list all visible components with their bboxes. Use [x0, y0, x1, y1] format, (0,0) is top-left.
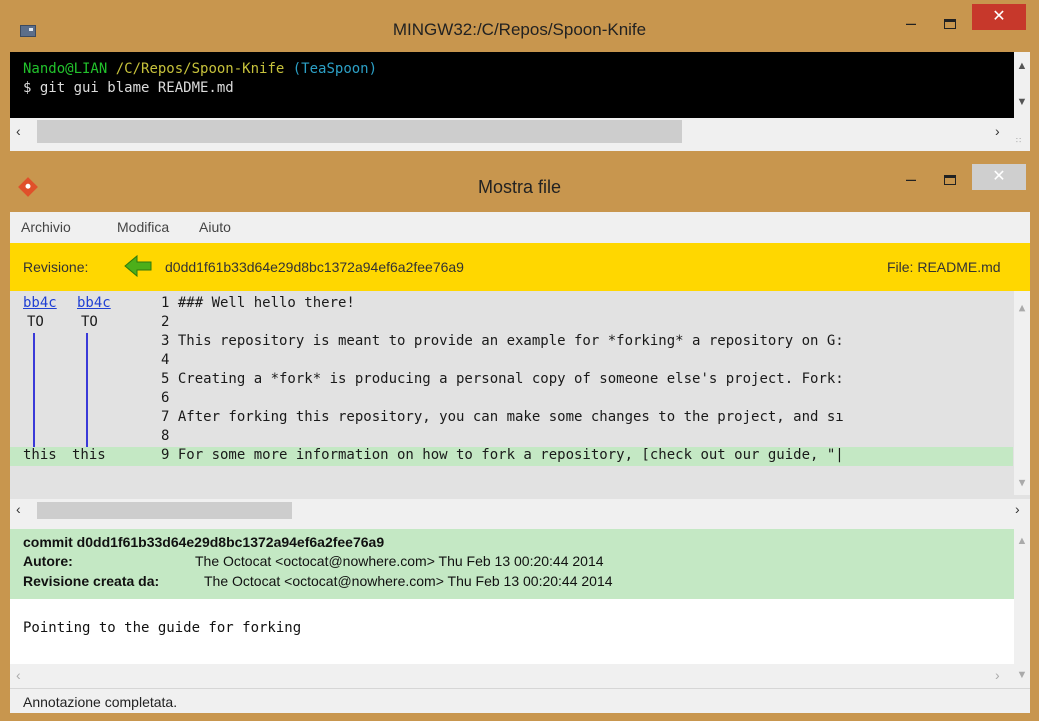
blame-line: 7 After forking this repository, you can… [161, 409, 844, 425]
scroll-left-icon[interactable]: ‹ [16, 667, 21, 683]
blame-line: 9 For some more information on how to fo… [161, 447, 844, 463]
blame-vertical-scrollbar[interactable]: ▲ ▼ [1014, 291, 1030, 495]
commit-header: commit d0dd1f61b33d64e29d8bc1372a94ef6a2… [10, 529, 1014, 599]
author-initials: TO [81, 314, 98, 330]
back-arrow-icon[interactable] [123, 254, 153, 278]
blame-row: 3 This repository is meant to provide an… [10, 333, 1013, 352]
resize-grip-icon[interactable]: ∷ [1016, 136, 1021, 145]
terminal-close-button[interactable]: ✕ [972, 4, 1026, 30]
blame-line: 6 [161, 390, 170, 406]
menu-aiuto[interactable]: Aiuto [199, 219, 231, 235]
gitgui-window: Mostra file – ✕ Archivio Modifica Aiuto … [0, 160, 1039, 721]
commit-label[interactable]: this [72, 447, 106, 463]
scroll-right-icon[interactable]: › [995, 123, 1000, 139]
terminal-horizontal-scrollbar[interactable]: ‹ › ∷ [10, 118, 1030, 151]
committer-label: Revisione creata da: [23, 573, 160, 589]
prompt-path: /C/Repos/Spoon-Knife [115, 61, 285, 77]
menu-bar: Archivio Modifica Aiuto [10, 212, 1030, 243]
file-name: File: README.md [887, 259, 1001, 275]
terminal-maximize-button[interactable] [935, 12, 965, 36]
prompt-user: Nando@LIAN [23, 61, 108, 77]
blame-row: TO TO 2 [10, 314, 1013, 333]
scroll-up-icon[interactable]: ▲ [1014, 535, 1030, 547]
blame-line: 4 [161, 352, 170, 368]
menu-archivio[interactable]: Archivio [21, 219, 71, 235]
blame-view[interactable]: bb4c bb4c 1 ### Well hello there! TO TO … [10, 291, 1030, 499]
scroll-up-icon[interactable]: ▲ [1014, 301, 1030, 314]
terminal-output[interactable]: Nando@LIAN /C/Repos/Spoon-Knife (TeaSpoo… [10, 52, 1030, 151]
blame-line: 2 [161, 314, 170, 330]
scroll-down-icon[interactable]: ▼ [1014, 96, 1030, 108]
blame-row-highlighted: this this 9 For some more information on… [10, 447, 1013, 466]
gitgui-maximize-button[interactable] [935, 168, 965, 192]
gitgui-title: Mostra file [477, 177, 562, 197]
status-text: Annotazione completata. [23, 694, 178, 710]
scroll-right-icon[interactable]: › [995, 667, 1000, 683]
scroll-down-icon[interactable]: ▼ [1014, 669, 1030, 681]
scroll-left-icon[interactable]: ‹ [16, 501, 21, 517]
menu-modifica[interactable]: Modifica [117, 219, 169, 235]
minimize-icon: – [905, 13, 916, 33]
author-value: The Octocat <octocat@nowhere.com> Thu Fe… [195, 553, 604, 569]
blame-row: 7 After forking this repository, you can… [10, 409, 1013, 428]
blame-row: 6 [10, 390, 1013, 409]
terminal-prompt: Nando@LIAN /C/Repos/Spoon-Knife (TeaSpoo… [23, 61, 377, 77]
commit-link[interactable]: bb4c [23, 295, 57, 311]
scroll-up-icon[interactable]: ▲ [1014, 60, 1030, 72]
blame-line: 8 [161, 428, 170, 444]
blame-line: 3 This repository is meant to provide an… [161, 333, 844, 349]
close-icon: ✕ [992, 168, 1006, 185]
blame-line: 1 ### Well hello there! [161, 295, 355, 311]
blame-line: 5 Creating a *fork* is producing a perso… [161, 371, 844, 387]
scrollbar-thumb[interactable] [37, 502, 292, 519]
terminal-vertical-scrollbar[interactable]: ▲ ▼ [1014, 52, 1030, 118]
gitgui-close-button[interactable]: ✕ [972, 164, 1026, 190]
scroll-down-icon[interactable]: ▼ [1014, 476, 1030, 489]
revision-hash: d0dd1f61b33d64e29d8bc1372a94ef6a2fee76a9 [165, 259, 464, 275]
author-label: Autore: [23, 553, 73, 569]
blame-row: 8 [10, 428, 1013, 447]
terminal-command: $ git gui blame README.md [23, 80, 234, 96]
scroll-right-icon[interactable]: › [1015, 501, 1020, 517]
scroll-left-icon[interactable]: ‹ [16, 123, 21, 139]
revision-label: Revisione: [23, 259, 89, 275]
commit-message: Pointing to the guide for forking [23, 620, 302, 636]
gitgui-minimize-button[interactable]: – [896, 168, 926, 192]
status-bar: Annotazione completata. [10, 688, 1030, 713]
prompt-branch: (TeaSpoon) [292, 61, 378, 77]
gitgui-titlebar[interactable]: Mostra file – ✕ [0, 160, 1039, 212]
blame-span-bar [86, 333, 88, 447]
commit-vertical-scrollbar[interactable]: ▲ ▼ [1014, 529, 1030, 688]
scrollbar-thumb[interactable] [37, 120, 682, 143]
blame-span-bar [33, 333, 35, 447]
close-icon: ✕ [992, 8, 1006, 25]
gitgui-client: Archivio Modifica Aiuto Revisione: d0dd1… [10, 212, 1030, 713]
blame-row: bb4c bb4c 1 ### Well hello there! [10, 295, 1013, 314]
terminal-window: MINGW32:/C/Repos/Spoon-Knife – ✕ Nando@L… [0, 0, 1039, 160]
minimize-icon: – [905, 169, 916, 189]
revision-bar: Revisione: d0dd1f61b33d64e29d8bc1372a94e… [10, 243, 1030, 291]
maximize-icon [944, 19, 956, 29]
blame-row: 5 Creating a *fork* is producing a perso… [10, 371, 1013, 390]
maximize-icon [944, 175, 956, 185]
blame-horizontal-scrollbar[interactable]: ‹ › [10, 499, 1030, 521]
terminal-title: MINGW32:/C/Repos/Spoon-Knife [392, 20, 647, 39]
commit-link[interactable]: bb4c [77, 295, 111, 311]
commit-label[interactable]: this [23, 447, 57, 463]
commit-id: commit d0dd1f61b33d64e29d8bc1372a94ef6a2… [23, 534, 385, 550]
author-initials: TO [27, 314, 44, 330]
commit-horizontal-scrollbar[interactable]: ‹ › [10, 664, 1014, 688]
terminal-titlebar[interactable]: MINGW32:/C/Repos/Spoon-Knife – ✕ [0, 0, 1039, 52]
blame-row: 4 [10, 352, 1013, 371]
terminal-minimize-button[interactable]: – [896, 12, 926, 36]
committer-value: The Octocat <octocat@nowhere.com> Thu Fe… [204, 573, 613, 589]
commit-details[interactable]: commit d0dd1f61b33d64e29d8bc1372a94ef6a2… [10, 529, 1030, 688]
